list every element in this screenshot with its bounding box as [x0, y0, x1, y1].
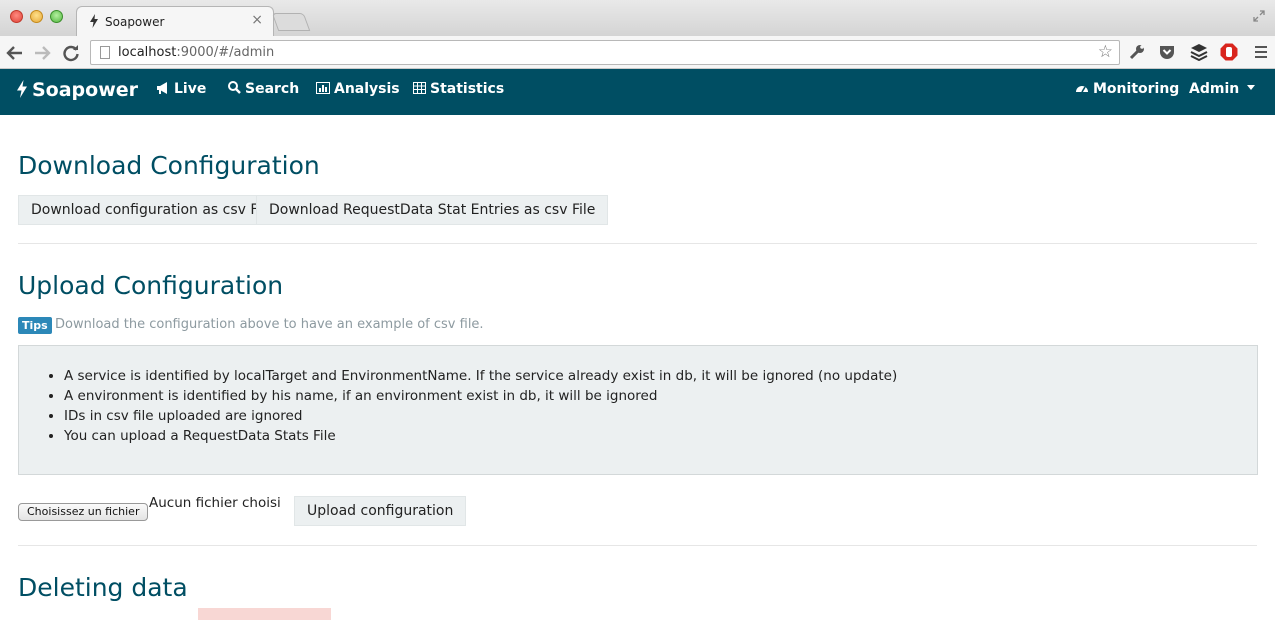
- nav-monitoring[interactable]: Monitoring: [1075, 81, 1179, 97]
- forward-icon[interactable]: [33, 44, 51, 62]
- tab-close-icon[interactable]: ×: [251, 12, 263, 28]
- nav-admin-label: Admin: [1189, 81, 1240, 97]
- pocket-icon[interactable]: [1158, 43, 1176, 61]
- nav-analysis-label: Analysis: [334, 81, 400, 97]
- bolt-icon: [90, 14, 98, 28]
- choose-file-button[interactable]: Choisissez un fichier: [18, 503, 149, 521]
- bullhorn-icon: [157, 82, 167, 94]
- zoom-window-button[interactable]: [50, 10, 63, 23]
- nav-statistics[interactable]: Statistics: [413, 81, 504, 97]
- tab-title: Soapower: [105, 15, 165, 29]
- list-item: A service is identified by localTarget a…: [64, 366, 897, 386]
- download-config-button[interactable]: Download configuration as csv File: [18, 195, 287, 225]
- dashboard-icon: [1076, 86, 1088, 93]
- menu-icon[interactable]: [1252, 43, 1270, 61]
- adblock-icon[interactable]: [1220, 43, 1238, 61]
- browser-tab[interactable]: Soapower ×: [76, 6, 274, 36]
- upload-heading: Upload Configuration: [18, 271, 284, 300]
- fullscreen-icon[interactable]: [1253, 10, 1265, 22]
- bookmark-star-icon[interactable]: ☆: [1098, 42, 1113, 62]
- layers-icon[interactable]: [1190, 43, 1208, 61]
- nav-monitoring-label: Monitoring: [1093, 81, 1180, 97]
- address-bar[interactable]: localhost:9000/#/admin ☆: [90, 40, 1120, 65]
- new-tab-button[interactable]: [271, 13, 311, 31]
- minimize-window-button[interactable]: [30, 10, 43, 23]
- divider: [18, 243, 1257, 244]
- caret-down-icon: [1247, 85, 1256, 90]
- browser-tabstrip: Soapower ×: [0, 0, 1275, 36]
- page-icon: [100, 46, 110, 59]
- tips-badge: Tips: [18, 317, 52, 334]
- wrench-icon[interactable]: [1128, 43, 1146, 61]
- download-heading: Download Configuration: [18, 151, 320, 180]
- file-status: Aucun fichier choisi: [149, 495, 281, 511]
- download-stats-button[interactable]: Download RequestData Stat Entries as csv…: [256, 195, 609, 225]
- upload-config-button[interactable]: Upload configuration: [294, 496, 467, 526]
- list-item: A environment is identified by his name,…: [64, 386, 897, 406]
- browser-toolbar: localhost:9000/#/admin ☆: [0, 36, 1275, 69]
- close-window-button[interactable]: [10, 10, 23, 23]
- upload-notes: A service is identified by localTarget a…: [18, 345, 1258, 475]
- bar-chart-icon: [316, 82, 330, 94]
- deleting-heading: Deleting data: [18, 573, 188, 602]
- notes-list: A service is identified by localTarget a…: [64, 366, 897, 446]
- list-item: IDs in csv file uploaded are ignored: [64, 406, 897, 426]
- nav-analysis[interactable]: Analysis: [316, 81, 400, 97]
- list-item: You can upload a RequestData Stats File: [64, 426, 897, 446]
- brand-link[interactable]: Soapower: [17, 79, 138, 101]
- delete-button-partial[interactable]: [198, 608, 331, 620]
- reload-icon[interactable]: [62, 44, 80, 62]
- table-icon: [413, 82, 426, 94]
- divider: [18, 545, 1257, 546]
- nav-search-label: Search: [245, 81, 300, 97]
- back-icon[interactable]: [6, 44, 24, 62]
- bolt-icon: [17, 80, 27, 98]
- nav-live[interactable]: Live: [156, 81, 206, 97]
- url-text[interactable]: localhost:9000/#/admin: [118, 45, 274, 60]
- nav-live-label: Live: [174, 81, 207, 97]
- brand-name: Soapower: [32, 79, 139, 101]
- search-icon: [228, 81, 241, 94]
- nav-search[interactable]: Search: [228, 81, 299, 97]
- app-navbar: Soapower Live Search Analysis Statistics: [0, 69, 1275, 115]
- nav-statistics-label: Statistics: [430, 81, 505, 97]
- nav-admin-dropdown[interactable]: Admin: [1189, 81, 1256, 97]
- tips-text: Download the configuration above to have…: [55, 317, 484, 332]
